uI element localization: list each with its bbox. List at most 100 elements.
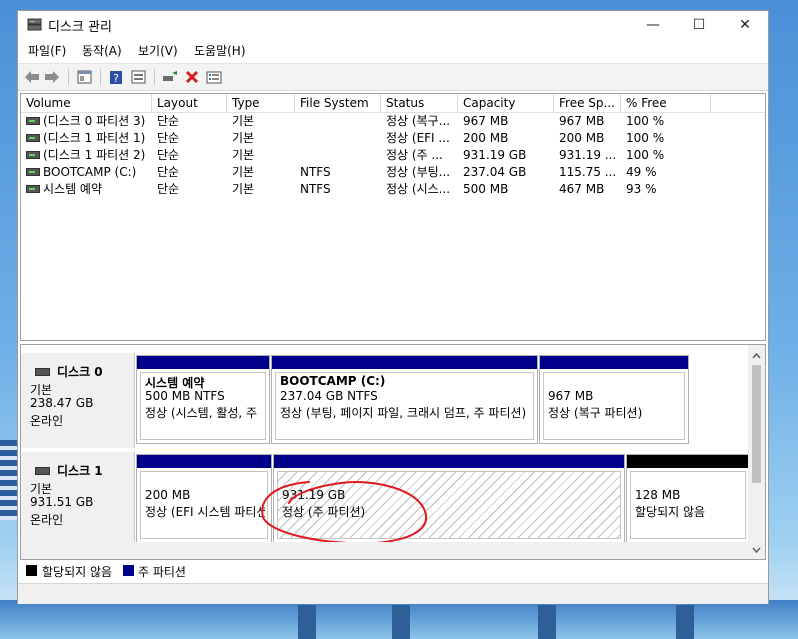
cell-capacity: 500 MB — [458, 181, 554, 198]
cell-text: 단순 — [157, 131, 180, 145]
cell-text: 967 MB — [559, 114, 605, 128]
volume-icon — [26, 133, 40, 142]
column-layout[interactable]: Layout — [152, 94, 227, 112]
table-row[interactable]: (디스크 0 파티션 3) 단순 기본 정상 (복구... 967 MB 967 MB 10… — [21, 113, 765, 130]
disk-icon — [35, 367, 50, 376]
cell-text: 200 MB — [559, 131, 605, 145]
menu-view[interactable]: 보기(V) — [138, 42, 178, 59]
table-row[interactable]: BOOTCAMP (C:) 단순 기본 NTFS 정상 (부팅... 237.04 GB 1… — [21, 164, 765, 181]
cell-type: 기본 — [227, 147, 295, 164]
close-button[interactable]: ✕ — [722, 11, 768, 38]
cell-text: 정상 (부팅... — [386, 165, 451, 179]
horizontal-scrollbar[interactable] — [21, 542, 748, 559]
legend-primary-swatch — [123, 565, 134, 576]
menu-action[interactable]: 동작(A) — [82, 42, 122, 59]
list-icon[interactable] — [204, 67, 224, 87]
vertical-scrollbar[interactable] — [748, 345, 765, 559]
disk-icon — [35, 466, 50, 475]
cell-free: 467 MB — [554, 181, 621, 198]
delete-icon[interactable] — [182, 67, 202, 87]
partition-unallocated[interactable]: 128 MB 할당되지 않음 — [626, 454, 750, 543]
disk-view: 디스크 0 기본 238.47 GB 온라인 시스템 예약 500 MB NTF… — [20, 344, 766, 560]
disk-management-window: 디스크 관리 — ☐ ✕ 파일(F) 동작(A) 보기(V) 도움말(H) ? — [17, 10, 769, 604]
column-type[interactable]: Type — [227, 94, 295, 112]
cell-text: (디스크 1 파티션 2) — [43, 148, 146, 162]
cell-free: 967 MB — [554, 113, 621, 130]
cell-capacity: 237.04 GB — [458, 164, 554, 181]
svg-text:?: ? — [113, 72, 119, 85]
cell-status: 정상 (시스... — [381, 181, 458, 198]
unallocated-bar — [627, 455, 749, 468]
window-title: 디스크 관리 — [48, 20, 112, 35]
cell-text: NTFS — [300, 165, 331, 179]
cell-text: 931.19 ... — [559, 148, 617, 162]
partition-size: 128 MB — [635, 488, 681, 502]
cell-text: (디스크 0 파티션 3) — [43, 114, 146, 128]
cell-layout: 단순 — [152, 164, 227, 181]
desktop-pillar — [392, 605, 410, 639]
title-bar[interactable]: 디스크 관리 — ☐ ✕ — [18, 11, 768, 38]
table-row[interactable]: (디스크 1 파티션 1) 단순 기본 정상 (EFI ... 200 MB 200 MB… — [21, 130, 765, 147]
disk-0-label[interactable]: 디스크 0 기본 238.47 GB 온라인 — [21, 353, 135, 448]
menu-bar: 파일(F) 동작(A) 보기(V) 도움말(H) — [18, 39, 768, 61]
cell-text: 500 MB — [463, 182, 509, 196]
cell-text: 200 MB — [463, 131, 509, 145]
help-icon[interactable]: ? — [106, 67, 126, 87]
volume-list: Volume Layout Type File System Status Ca… — [20, 93, 766, 341]
partition-title: BOOTCAMP (C:) — [280, 374, 386, 388]
cell-volume: (디스크 1 파티션 1) — [21, 130, 152, 147]
disk-1-label[interactable]: 디스크 1 기본 931.51 GB 온라인 — [21, 452, 135, 547]
cell-text: 기본 — [232, 182, 255, 196]
menu-file[interactable]: 파일(F) — [28, 42, 66, 59]
cell-text: (디스크 1 파티션 1) — [43, 131, 146, 145]
disk-management-icon — [27, 18, 42, 31]
cell-text: 100 % — [626, 114, 665, 128]
primary-partition-bar — [272, 356, 537, 369]
table-row[interactable]: 시스템 예약 단순 기본 NTFS 정상 (시스... 500 MB 467 MB 93 % — [21, 181, 765, 198]
column-file-system[interactable]: File System — [295, 94, 381, 112]
cell-text: 단순 — [157, 114, 180, 128]
partition-system-reserved[interactable]: 시스템 예약 500 MB NTFS 정상 (시스템, 활성, 주 — [136, 355, 270, 444]
cell-text: 기본 — [232, 165, 255, 179]
cell-type: 기본 — [227, 181, 295, 198]
toolbar-separator — [154, 69, 155, 85]
desktop-background — [0, 440, 18, 520]
cell-text: 49 % — [626, 165, 657, 179]
disk-0-name: 디스크 0 — [57, 365, 103, 379]
partition-status: 정상 (시스템, 활성, 주 — [145, 406, 258, 420]
maximize-button[interactable]: ☐ — [676, 11, 722, 38]
disk-1-size: 931.51 GB — [30, 495, 94, 509]
column-volume[interactable]: Volume — [21, 94, 152, 112]
minimize-button[interactable]: — — [630, 11, 676, 38]
partition-bootcamp[interactable]: BOOTCAMP (C:) 237.04 GB NTFS 정상 (부팅, 페이지… — [271, 355, 538, 444]
partition-size: 200 MB — [145, 488, 191, 502]
column-capacity[interactable]: Capacity — [458, 94, 554, 112]
back-arrow-icon[interactable] — [22, 67, 42, 87]
maximize-icon: ☐ — [692, 16, 706, 33]
cell-free: 200 MB — [554, 130, 621, 147]
cell-text: 시스템 예약 — [43, 182, 103, 196]
column-free-space[interactable]: Free Sp... — [554, 94, 621, 112]
menu-help[interactable]: 도움말(H) — [194, 42, 246, 59]
disk-1-name-wrap: 디스크 1 — [35, 462, 103, 479]
primary-partition-bar — [137, 455, 271, 468]
cell-type: 기본 — [227, 130, 295, 147]
cell-text: NTFS — [300, 182, 331, 196]
primary-partition-bar — [137, 356, 269, 369]
cell-status: 정상 (EFI ... — [381, 130, 458, 147]
column-percent-free[interactable]: % Free — [621, 94, 711, 112]
cell-text: 단순 — [157, 182, 180, 196]
table-row[interactable]: (디스크 1 파티션 2) 단순 기본 정상 (주 ... 931.19 GB 931.1… — [21, 147, 765, 164]
forward-arrow-icon[interactable] — [42, 67, 62, 87]
desktop-pillar — [676, 605, 694, 639]
properties-icon[interactable] — [74, 67, 94, 87]
cell-type: 기본 — [227, 164, 295, 181]
connect-icon[interactable] — [160, 67, 180, 87]
partition-recovery[interactable]: 967 MB 정상 (복구 파티션) — [539, 355, 689, 444]
column-status[interactable]: Status — [381, 94, 458, 112]
disk-0-state: 온라인 — [30, 414, 64, 428]
view-icon[interactable] — [128, 67, 148, 87]
cell-pct: 100 % — [621, 147, 711, 164]
partition-status: 정상 (복구 파티션) — [548, 406, 643, 420]
partition-body: 200 MB 정상 (EFI 시스템 파티션) — [140, 471, 268, 539]
